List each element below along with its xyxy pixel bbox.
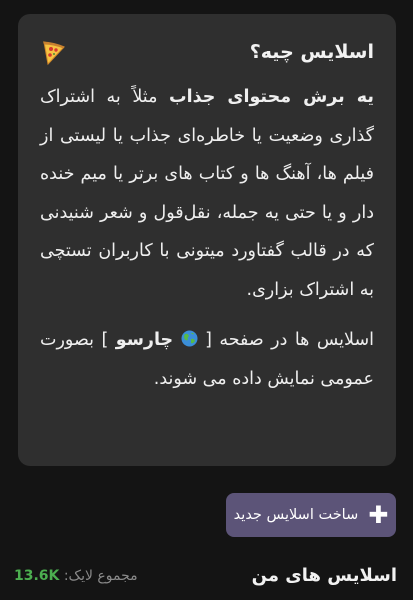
charsoo-link[interactable]: چارسو: [116, 330, 173, 350]
description-highlight: یه برش محتوای جذاب: [169, 87, 374, 107]
card-description: یه برش محتوای جذاب مثلاً به اشتراک گذاری…: [40, 78, 374, 398]
total-likes: مجموع لایک: 13.6K: [14, 568, 138, 584]
description-paragraph-2: اسلایس ها در صفحه [ چارسو ] بصورت عمومی …: [40, 321, 374, 398]
card-title: اسلایس چیه؟: [249, 41, 374, 63]
globe-icon: [181, 323, 198, 347]
my-slices-title: اسلایس های من: [251, 565, 397, 586]
description-paragraph-1: یه برش محتوای جذاب مثلاً به اشتراک گذاری…: [40, 78, 374, 309]
create-slice-label: ساخت اسلایس جدید: [233, 507, 359, 523]
plus-icon: ✚: [368, 501, 389, 529]
create-slice-button[interactable]: ✚ ساخت اسلایس جدید: [226, 493, 396, 537]
total-likes-label: مجموع لایک:: [63, 568, 138, 584]
total-likes-value: 13.6K: [14, 568, 60, 584]
visibility-text-start: اسلایس ها در صفحه [: [197, 330, 374, 350]
info-card: اسلایس چیه؟ یه برش محتوای جذاب مثلاً به …: [18, 14, 396, 466]
description-text: مثلاً به اشتراک گذاری وضعیت یا خاطره‌ای …: [40, 87, 374, 300]
pizza-icon: [40, 40, 66, 66]
card-header: اسلایس چیه؟: [40, 36, 374, 68]
